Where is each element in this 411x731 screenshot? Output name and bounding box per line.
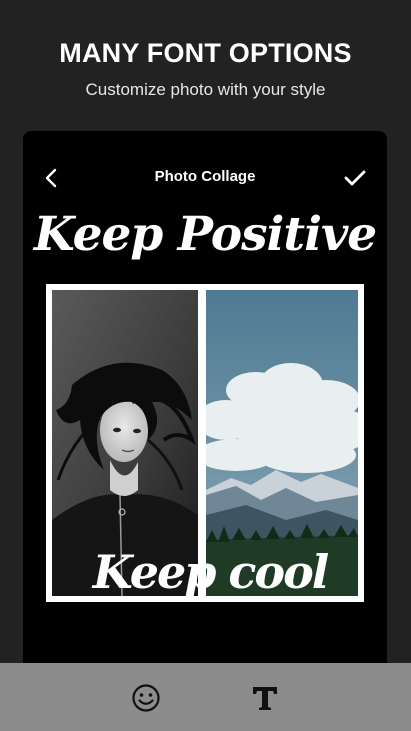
sticker-button[interactable]	[126, 678, 166, 718]
text-overlay-top[interactable]: Keep Positive	[23, 207, 387, 262]
text-overlay-bottom[interactable]: Keep cool	[23, 545, 387, 599]
bottom-toolbar	[0, 663, 411, 731]
emoji-sticker-icon	[132, 684, 160, 712]
text-tool-icon	[253, 687, 277, 710]
promo-subhead: Customize photo with your style	[85, 80, 326, 99]
promo-headline: MANY FONT OPTIONS	[59, 38, 352, 68]
text-tool-button[interactable]	[245, 678, 285, 718]
check-icon	[344, 170, 366, 186]
editor-title: Photo Collage	[154, 168, 256, 185]
editor-preview: Photo Collage Keep Positive Keep cool	[23, 131, 387, 691]
confirm-button[interactable]	[342, 165, 368, 191]
